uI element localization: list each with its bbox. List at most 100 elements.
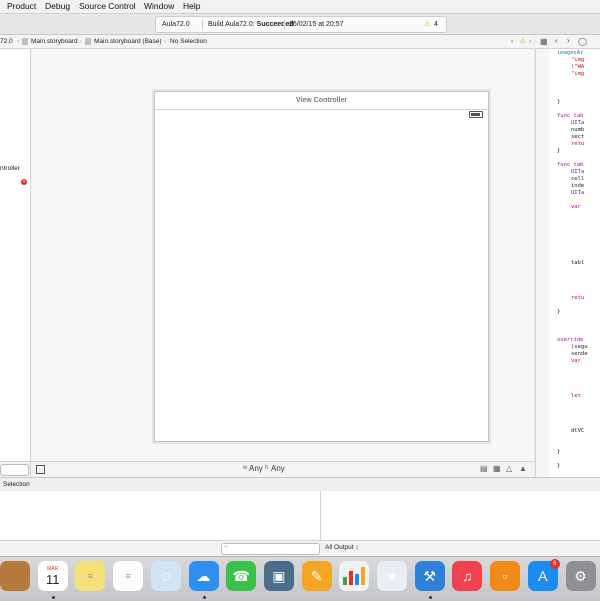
size-class-width[interactable]: Any <box>249 464 263 473</box>
document-outline: ntroller × <box>0 49 31 477</box>
running-indicator <box>202 596 206 599</box>
size-class-height[interactable]: Any <box>271 464 285 473</box>
build-timestamp: 26/02/15 at 20:57 <box>289 21 344 28</box>
chevron-left-icon[interactable]: ‹ <box>511 35 513 48</box>
menu-help[interactable]: Help <box>183 1 200 11</box>
warning-icon[interactable]: ⚠ <box>424 17 430 32</box>
numbers-bar-shape <box>355 574 360 585</box>
code-editor[interactable]: imagesAr "img ("WA "img} func tab UITa numb sec… <box>549 49 600 477</box>
pages-app-icon[interactable]: ✎ <box>301 561 332 591</box>
code-line: "img <box>571 71 585 77</box>
debug-footer: ○ All Output ↕ <box>0 540 600 556</box>
menu-debug[interactable]: Debug <box>45 1 70 11</box>
menu-window[interactable]: Window <box>144 1 174 11</box>
code-line: ("WA <box>571 64 585 70</box>
align-icon[interactable]: ▤ <box>480 464 488 473</box>
storyboard-file-icon <box>85 38 91 45</box>
numbers-app-icon[interactable] <box>339 561 370 591</box>
size-class-width-prefix: w <box>243 465 248 471</box>
resizing-behavior-icon[interactable]: ▲ <box>519 464 527 473</box>
outline-filter-bar <box>0 461 30 478</box>
numbers-bar-shape <box>349 571 354 585</box>
activity-divider <box>284 20 285 29</box>
output-selector-label: All Output <box>325 544 354 551</box>
running-indicator <box>51 596 55 599</box>
code-line: UITa <box>571 120 585 126</box>
code-line: sende <box>571 351 588 357</box>
code-line: numb <box>571 127 585 133</box>
code-line: override <box>557 337 584 343</box>
assistant-jump-bar: ▦ ‹ › ◯ <box>535 35 600 49</box>
numbers-bar-shape <box>343 577 348 585</box>
resolve-issues-icon[interactable]: △ <box>506 464 512 473</box>
breadcrumb-storyboard-base[interactable]: Main.storyboard (Base) <box>94 35 162 48</box>
activity-viewer[interactable]: Aula72.0 Build Aula72.0: Succeeded 26/02… <box>155 16 447 33</box>
size-class-height-prefix: h <box>265 465 269 471</box>
breadcrumb-selection[interactable]: No Selection <box>170 35 207 48</box>
keynote-app-icon[interactable]: ★ <box>377 561 407 591</box>
menu-source-control[interactable]: Source Control <box>79 1 136 11</box>
chevron-right-icon[interactable]: › <box>529 35 531 48</box>
filter-icon: ○ <box>224 544 228 550</box>
output-selector[interactable]: All Output ↕ <box>325 544 359 551</box>
calendar-day: 11 <box>45 571 60 587</box>
menu-product[interactable]: Product <box>7 1 36 11</box>
calendar-app-icon[interactable]: MAR 11 <box>37 561 68 591</box>
outline-filter-input[interactable] <box>0 464 29 476</box>
contacts-app-icon[interactable] <box>0 561 30 591</box>
breadcrumb-storyboard[interactable]: Main.storyboard <box>31 35 78 48</box>
numbers-bar-shape <box>361 567 366 585</box>
facetime-app-icon[interactable]: ☎ <box>226 561 257 591</box>
appstore-badge: 6 <box>549 559 560 569</box>
notes-app-icon[interactable]: ≡ <box>75 561 106 591</box>
code-line: func tab <box>557 162 584 168</box>
code-line: (segu <box>571 344 588 350</box>
build-status-prefix: Build Aula72.0: <box>208 21 257 28</box>
running-indicator <box>428 596 432 599</box>
code-line: func tab <box>557 113 584 119</box>
breadcrumb-project[interactable]: 72.0 <box>0 35 13 48</box>
related-items-icon[interactable]: ▦ <box>540 37 548 46</box>
warning-count[interactable]: 4 <box>434 17 438 32</box>
back-arrow-icon[interactable]: ‹ <box>555 36 558 45</box>
editor-gutter <box>535 49 550 477</box>
build-status: Build Aula72.0: Succeeded <box>208 17 294 32</box>
forward-arrow-icon[interactable]: › <box>567 36 570 45</box>
code-line: cell <box>571 176 585 182</box>
iphoto-app-icon[interactable]: ▣ <box>263 561 294 591</box>
code-line: inde <box>571 183 585 189</box>
scene-title[interactable]: View Controller <box>155 92 488 110</box>
code-line: imagesAr <box>557 50 584 56</box>
show-outline-icon[interactable] <box>36 465 45 474</box>
reminders-app-icon[interactable]: ≡ <box>113 561 144 591</box>
system-preferences-app-icon[interactable]: ⚙ <box>565 561 596 591</box>
assistant-mode-icon[interactable]: ◯ <box>578 37 587 46</box>
code-line: UITa <box>571 169 585 175</box>
activity-divider <box>202 20 203 29</box>
outline-row <box>0 179 18 185</box>
code-line: "img <box>571 57 585 63</box>
code-line: UITa <box>571 190 585 196</box>
code-line: retu <box>571 141 585 147</box>
messages-app-icon[interactable]: ☁ <box>188 561 219 591</box>
pin-icon[interactable]: ▦ <box>493 464 501 473</box>
dock: MAR 11 ≡ ≡ ☺ ☁ ☎ ▣ ✎ ★ ⚒ ♫ ▫ A 6 ⚙ <box>0 556 600 601</box>
filter-input[interactable]: ○ <box>221 543 320 555</box>
code-line: sect <box>571 134 585 140</box>
ibooks-app-icon[interactable]: ▫ <box>490 561 521 591</box>
code-line: var <box>571 358 581 364</box>
code-line: } <box>557 309 561 315</box>
xcode-app-icon[interactable]: ⚒ <box>414 561 445 591</box>
remove-icon[interactable]: × <box>21 179 27 185</box>
view-controller-scene[interactable]: View Controller <box>154 91 489 442</box>
outline-item-view-controller[interactable]: ntroller <box>0 165 20 172</box>
itunes-app-icon[interactable]: ♫ <box>452 561 483 591</box>
code-line: retu <box>571 295 585 301</box>
code-line: } <box>557 463 561 469</box>
issue-warning-icon[interactable]: ⚠ <box>520 35 526 48</box>
preview-app-icon[interactable]: ☺ <box>150 561 181 591</box>
chevron-right-icon: › <box>79 38 82 45</box>
chevron-right-icon: › <box>17 38 20 45</box>
storyboard-file-icon <box>22 38 28 45</box>
jump-bar: 72.0 › Main.storyboard › Main.storyboard… <box>0 35 534 49</box>
